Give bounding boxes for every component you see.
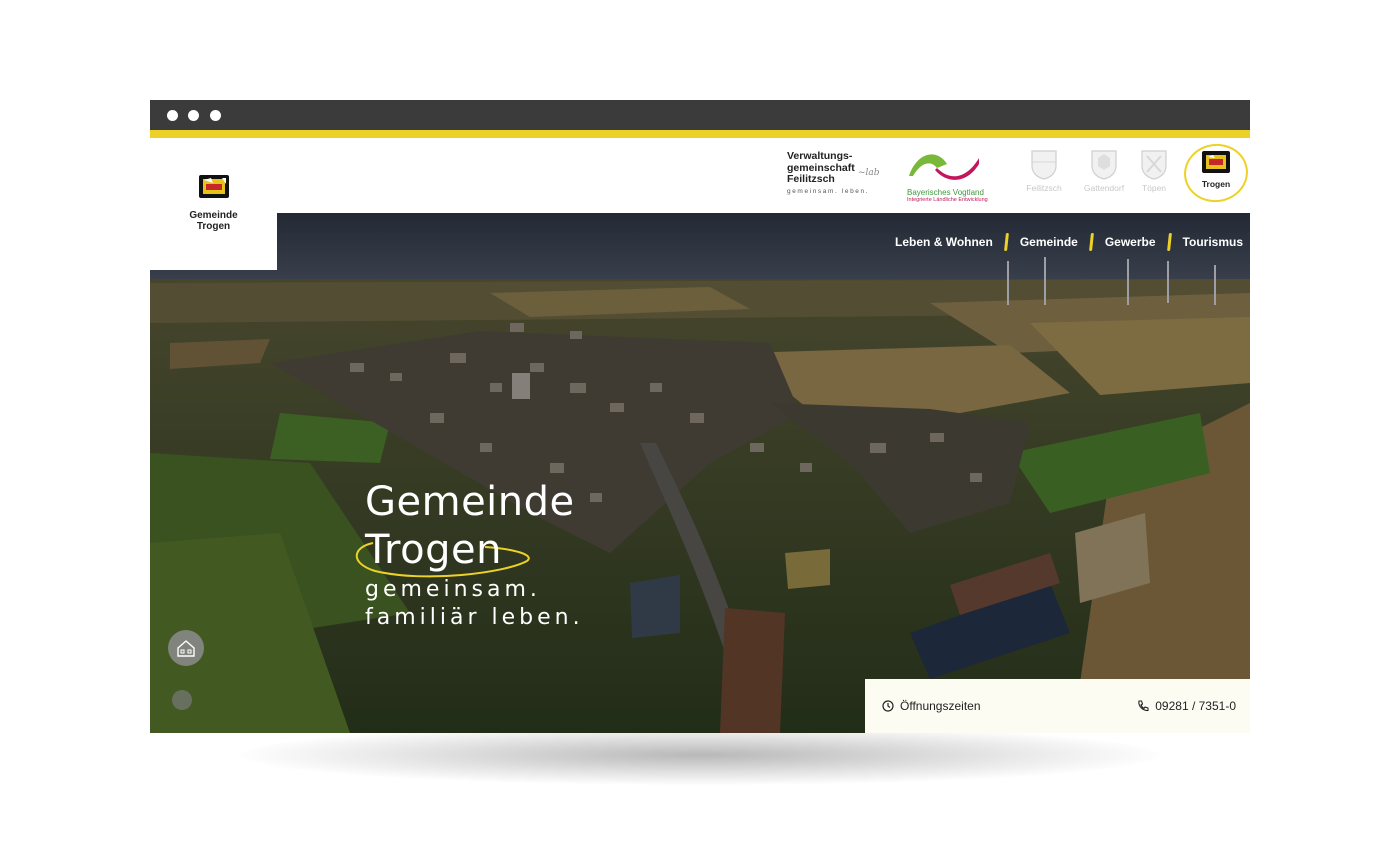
window-dot-1[interactable] [167,110,178,121]
nav-item-leben-wohnen[interactable]: Leben & Wohnen [895,235,993,249]
municipality-label: Töpen [1141,183,1167,193]
site-logo-line2: Trogen [196,221,231,232]
hero-title-line1: Gemeinde [365,479,575,525]
trogen-crest-icon [198,175,229,198]
screenshot-stage: Verwaltungs- gemeinschaft Feilitzsch gem… [0,0,1400,850]
bv-logo-name: Bayerisches Vogtland [907,188,984,197]
hero-title: Gemeinde Trogen gemeinsam. familiär lebe… [365,478,584,630]
vogtland-wave-icon [909,154,979,180]
accessibility-button[interactable] [172,690,192,710]
window-dot-3[interactable] [210,110,221,121]
municipality-label: Feilitzsch [1026,183,1062,193]
hero-tagline-line2: familiär leben. [365,605,584,630]
hero-title-line2: Trogen [365,527,502,573]
gattendorf-crest-icon [1091,150,1117,180]
house-icon [177,640,195,657]
phone-link[interactable]: 09281 / 7351-0 [1137,699,1236,713]
nav-separator [1088,232,1094,251]
feilitzsch-crest-icon [1031,150,1057,180]
site-logo-line1: Gemeinde [189,210,238,221]
info-bar: Öffnungszeiten 09281 / 7351-0 [865,679,1250,733]
site-header: Verwaltungs- gemeinschaft Feilitzsch gem… [150,138,1250,213]
nav-item-gewerbe[interactable]: Gewerbe [1105,235,1156,249]
nav-separator [1166,232,1172,251]
window-dot-2[interactable] [188,110,199,121]
signature-mark-icon: ~lab [858,168,880,178]
bayerisches-vogtland-logo[interactable]: Bayerisches Vogtland Integrierte Ländlic… [907,148,988,204]
main-nav: Leben & Wohnen Gemeinde Gewerbe Tourismu… [895,213,1250,270]
browser-window: Verwaltungs- gemeinschaft Feilitzsch gem… [150,100,1250,733]
window-titlebar [150,100,1250,130]
active-highlight-circle [1180,139,1250,207]
nav-item-gemeinde[interactable]: Gemeinde [1020,235,1078,249]
vg-logo-line1: Verwaltungs- [787,150,853,162]
municipality-label: Gattendorf [1083,183,1125,193]
municipality-feilitzsch[interactable]: Feilitzsch [1021,150,1067,193]
phone-icon [1138,700,1149,712]
home-button[interactable] [168,630,204,666]
bv-logo-sub: Integrierte Ländliche Entwicklung [907,197,988,203]
opening-hours-link[interactable]: Öffnungszeiten [882,699,981,713]
phone-number: 09281 / 7351-0 [1155,699,1236,713]
opening-hours-label: Öffnungszeiten [900,699,981,713]
hero-section: Leben & Wohnen Gemeinde Gewerbe Tourismu… [150,213,1250,733]
accent-line [150,130,1250,138]
municipality-toepen[interactable]: Töpen [1131,150,1177,193]
vg-feilitzsch-logo[interactable]: Verwaltungs- gemeinschaft Feilitzsch gem… [787,150,887,203]
site-logo[interactable]: Gemeinde Trogen [150,138,277,270]
clock-icon [882,700,894,712]
hero-aerial-image [150,213,1250,733]
website: Verwaltungs- gemeinschaft Feilitzsch gem… [150,138,1250,733]
nav-item-tourismus[interactable]: Tourismus [1183,235,1243,249]
nav-separator [1003,232,1009,251]
drop-shadow [240,725,1160,785]
municipality-gattendorf[interactable]: Gattendorf [1081,150,1127,193]
vg-logo-slogan: gemeinsam. leben. [787,187,870,195]
toepen-crest-icon [1141,150,1167,180]
hero-tagline-line1: gemeinsam. [365,577,541,602]
